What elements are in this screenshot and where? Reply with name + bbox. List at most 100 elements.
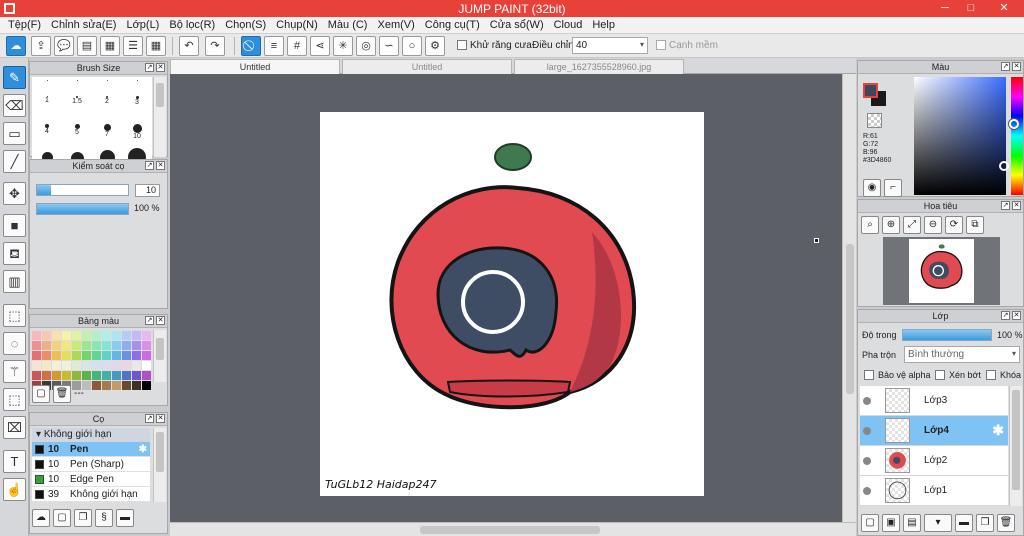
new-layer-icon[interactable]: ▢ (861, 514, 879, 532)
menu-window[interactable]: Cửa sổ(W) (486, 17, 550, 33)
palette-scrollbar[interactable] (153, 330, 166, 382)
palette-swatch[interactable] (102, 381, 111, 390)
tab-untitled-2[interactable]: Untitled (342, 59, 512, 74)
menu-edit[interactable]: Chỉnh sửa(E) (47, 17, 122, 33)
move-tool-icon[interactable]: ✥ (3, 182, 26, 205)
copy-brush-icon[interactable]: ❐ (74, 509, 92, 527)
document-icon[interactable]: ▦ (100, 36, 120, 56)
palette-swatch[interactable] (132, 351, 141, 360)
hand-tool-icon[interactable]: ☝ (3, 478, 26, 501)
palette-swatch[interactable] (92, 341, 101, 350)
palette-swatch[interactable] (92, 361, 101, 370)
close-icon[interactable]: ✕ (1012, 201, 1021, 210)
palette-swatch[interactable] (62, 341, 71, 350)
palette-swatch[interactable] (92, 371, 101, 380)
parallel-lines-icon[interactable]: ≡ (264, 36, 284, 56)
menu-color[interactable]: Màu (C) (324, 17, 374, 33)
gear-icon[interactable]: ✱ (992, 422, 1004, 439)
close-button[interactable]: ✕ (984, 0, 1024, 17)
curve-icon[interactable]: ∽ (379, 36, 399, 56)
settings-gear-icon[interactable]: ⚙ (425, 36, 445, 56)
palette-swatch[interactable] (102, 351, 111, 360)
menu-file[interactable]: Tệp(F) (4, 17, 47, 33)
trash-icon[interactable]: 🗑 (997, 514, 1015, 532)
blend-mode-select[interactable]: Bình thường ▾ (904, 346, 1020, 363)
cloud-brush-icon[interactable]: ☁ (32, 509, 50, 527)
text-tool-icon[interactable]: T (3, 450, 26, 473)
close-icon[interactable]: ✕ (156, 414, 165, 423)
canvas-vertical-scrollbar[interactable] (842, 74, 856, 522)
upload-icon[interactable]: ⇪ (31, 36, 51, 56)
eye-icon[interactable] (863, 397, 871, 405)
protect-alpha-checkbox[interactable] (864, 370, 874, 380)
perspective-icon[interactable]: ⋖ (310, 36, 330, 56)
fit-screen-icon[interactable]: ⤢ (903, 216, 921, 234)
close-icon[interactable]: ✕ (156, 63, 165, 72)
color-wheel-icon[interactable]: ◉ (863, 179, 881, 197)
cloud-icon[interactable]: ☁ (6, 36, 26, 56)
eyedropper-icon[interactable]: ⌐ (884, 179, 902, 197)
popout-icon[interactable]: ↗ (145, 414, 154, 423)
palette-swatch[interactable] (112, 341, 121, 350)
popout-icon[interactable]: ↗ (1001, 201, 1010, 210)
palette-swatch[interactable] (142, 351, 151, 360)
palette-swatch[interactable] (42, 341, 51, 350)
brush-size-option[interactable]: 1 (32, 93, 62, 113)
palette-swatch[interactable] (142, 341, 151, 350)
clip-checkbox[interactable] (935, 370, 945, 380)
layer-row-lop3[interactable]: Lớp3 (860, 386, 1008, 416)
palette-swatch[interactable] (82, 371, 91, 380)
palette-swatch[interactable] (112, 381, 121, 390)
menu-select[interactable]: Chọn(S) (221, 17, 272, 33)
antialias-checkbox[interactable] (457, 40, 467, 50)
palette-swatch[interactable] (92, 331, 101, 340)
popout-icon[interactable]: ↗ (145, 316, 154, 325)
palette-swatch[interactable] (62, 361, 71, 370)
select-rect-icon[interactable]: ⬚ (3, 304, 26, 327)
palette-swatch[interactable] (132, 371, 141, 380)
eye-icon[interactable] (863, 457, 871, 465)
layer-row-lop1[interactable]: Lớp1 (860, 476, 1008, 506)
layer-row-lop2[interactable]: Lớp2 (860, 446, 1008, 476)
concentric-icon[interactable]: ◎ (356, 36, 376, 56)
palette-swatch[interactable] (62, 351, 71, 360)
eraser-tool-icon[interactable]: ⌫ (3, 94, 26, 117)
minimize-button[interactable]: ─ (932, 0, 958, 17)
menu-layer[interactable]: Lớp(L) (122, 17, 165, 33)
zoom-in-icon[interactable]: ⊕ (882, 216, 900, 234)
line-tool-icon[interactable]: ╱ (3, 150, 26, 173)
brush-item-pen[interactable]: 10 Pen ✱ (32, 442, 150, 457)
palette-swatch[interactable] (112, 351, 121, 360)
radial-icon[interactable]: ✳ (333, 36, 353, 56)
undo-icon[interactable]: ↶ (179, 36, 199, 56)
layer-row-lop4[interactable]: Lớp4 ✱ (860, 416, 1008, 446)
canvas-horizontal-scrollbar[interactable] (170, 522, 856, 536)
brush-size-option[interactable]: 2 (92, 93, 122, 113)
palette-swatch[interactable] (72, 351, 81, 360)
popout-icon[interactable]: ↗ (145, 161, 154, 170)
brush-size-option[interactable]: 4 (32, 121, 62, 141)
palette-swatch[interactable] (112, 361, 121, 370)
brush-item-pen-sharp[interactable]: 10 Pen (Sharp) (32, 457, 150, 472)
new-layer-8bit-icon[interactable]: ▣ (882, 514, 900, 532)
bucket-fill-icon[interactable]: ⛾ (3, 242, 26, 265)
magic-wand-icon[interactable]: ⚚ (3, 360, 26, 383)
layer-menu-icon[interactable]: ▾ (924, 514, 952, 532)
brush-item-unlimited[interactable]: 39 Không giới hạn (32, 487, 150, 502)
menu-help[interactable]: Help (588, 17, 621, 33)
layer-opacity-slider[interactable] (902, 329, 992, 341)
brush-size-slider[interactable] (36, 184, 129, 196)
palette-swatch[interactable] (72, 371, 81, 380)
palette-swatch[interactable] (122, 351, 131, 360)
brush-size-option[interactable]: 1.5 (62, 93, 92, 113)
palette-swatch[interactable] (52, 361, 61, 370)
popout-icon[interactable]: ↗ (1001, 311, 1010, 320)
menu-tools[interactable]: Công cụ(T) (421, 17, 486, 33)
close-icon[interactable]: ✕ (156, 161, 165, 170)
palette-swatch[interactable] (32, 351, 41, 360)
palette-swatch[interactable] (92, 381, 101, 390)
popout-icon[interactable]: ↗ (145, 63, 154, 72)
palette-swatch[interactable] (132, 341, 141, 350)
palette-swatch[interactable] (102, 371, 111, 380)
menu-capture[interactable]: Chụp(N) (272, 17, 324, 33)
